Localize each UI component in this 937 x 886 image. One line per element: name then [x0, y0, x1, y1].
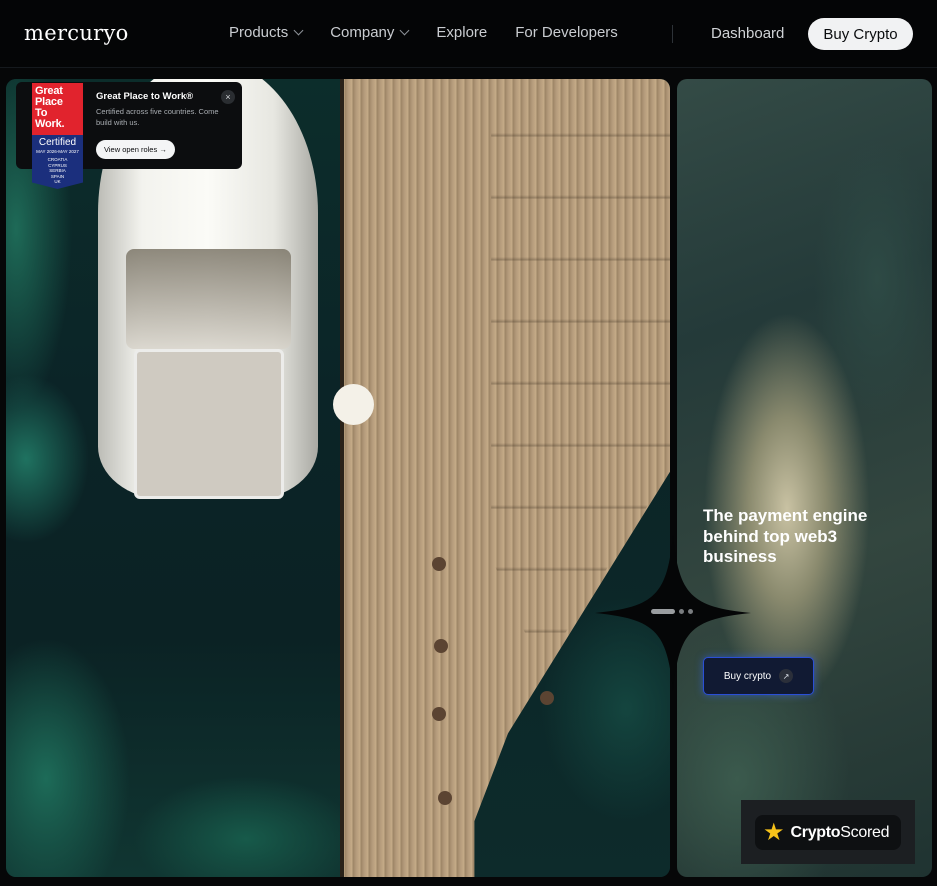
carousel-dot[interactable]	[688, 609, 693, 614]
cryptoscored-brand: CryptoScored	[791, 824, 890, 842]
badge-certified-section: Certified MAY 2026-MAY 2027 CROATIA CYPR…	[32, 135, 83, 189]
nav-item-company[interactable]: Company	[330, 24, 410, 41]
arrow-up-right-icon: ↗	[779, 669, 794, 683]
person-figure	[432, 707, 446, 721]
gptw-certified-badge: Great Place To Work. Certified MAY 2026-…	[32, 83, 83, 189]
hero-image-marina	[6, 79, 670, 877]
nav-item-explore[interactable]: Explore	[436, 24, 487, 41]
nav-item-for-developers[interactable]: For Developers	[515, 24, 618, 41]
sailboat-deck	[134, 349, 284, 499]
chevron-down-icon	[399, 25, 410, 36]
hero-image-coast	[677, 79, 932, 877]
nav-item-label: Company	[330, 24, 395, 41]
view-open-roles-button[interactable]: View open roles →	[96, 140, 175, 159]
nav-links: Products Company Explore For Developers	[229, 24, 618, 41]
dashboard-link[interactable]: Dashboard	[711, 25, 784, 42]
nav-item-label: Explore	[436, 24, 488, 41]
top-navigation: mercuryo Products Company Explore For De…	[0, 0, 937, 68]
person-figure	[434, 639, 448, 653]
badge-countries: CROATIA CYPRUS SERBIA SPAIN UK	[32, 157, 83, 185]
gptw-description: Certified across five countries. Come bu…	[96, 107, 219, 127]
carousel-indicator[interactable]	[651, 609, 693, 614]
logo[interactable]: mercuryo	[24, 21, 129, 45]
badge-dates: MAY 2026-MAY 2027	[36, 149, 79, 154]
person-figure	[432, 557, 446, 571]
image-slider-handle[interactable]	[333, 384, 374, 425]
person-figure	[438, 791, 452, 805]
badge-line: Work.	[35, 118, 65, 130]
carousel-dot[interactable]	[679, 609, 684, 614]
nav-item-label: For Developers	[515, 24, 618, 41]
close-icon[interactable]: ×	[221, 90, 235, 104]
badge-logo-text: Great Place To Work.	[32, 83, 83, 135]
dock-edge	[340, 79, 344, 877]
nav-item-products[interactable]: Products	[229, 24, 304, 41]
cta-label: Buy crypto	[723, 670, 772, 682]
star-icon: ★	[763, 818, 785, 846]
person-figure	[540, 691, 554, 705]
carousel-dot-active[interactable]	[651, 609, 675, 614]
nav-item-label: Products	[229, 24, 289, 41]
chevron-down-icon	[293, 25, 304, 36]
brand-regular: Scored	[840, 823, 890, 841]
sailboat-cabin	[126, 249, 291, 349]
nav-divider	[672, 25, 673, 43]
buy-crypto-cta-button[interactable]: Buy crypto ↗	[703, 657, 814, 695]
buy-crypto-nav-button[interactable]: Buy Crypto	[808, 18, 913, 50]
gptw-title: Great Place to Work®	[96, 91, 194, 102]
badge-certified-label: Certified	[38, 137, 77, 148]
hero-headline: The payment engine behind top web3 busin…	[703, 506, 868, 566]
badge-country: UK	[54, 179, 61, 184]
brand-bold: Crypto	[790, 823, 841, 841]
cryptoscored-badge[interactable]: ★ CryptoScored	[755, 815, 901, 850]
